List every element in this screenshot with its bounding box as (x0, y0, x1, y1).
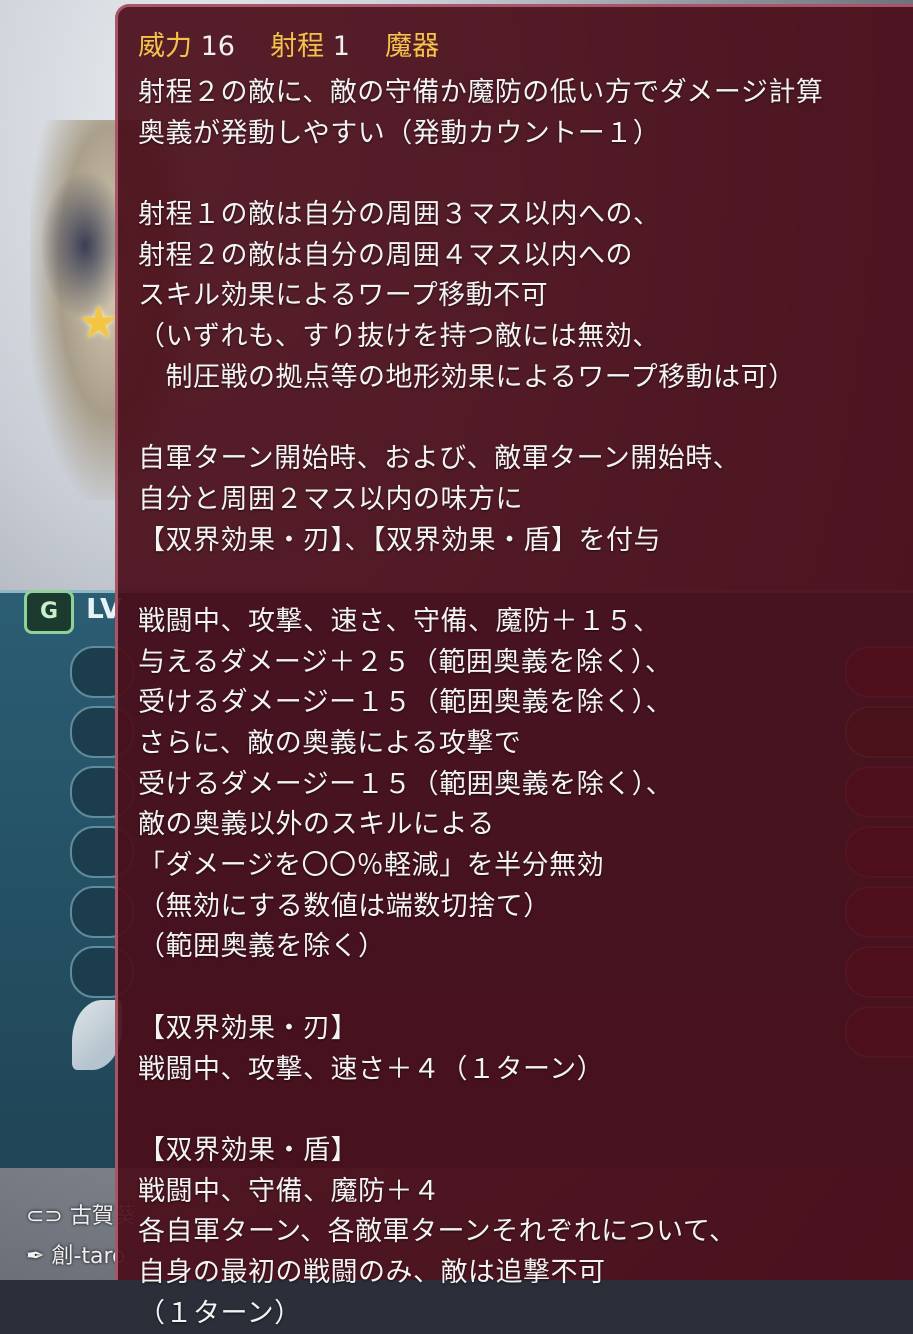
artist-pen-icon: ✒ (26, 1244, 45, 1269)
might-label: 威力 (138, 31, 192, 62)
description-line: さらに、敵の奥義による攻撃で (138, 728, 522, 759)
level-badge-icon: G (24, 590, 74, 634)
weapon-description: 射程２の敵に、敵の守備か魔防の低い方でダメージ計算 奥義が発動しやすい（発動カウン… (138, 73, 913, 1334)
description-line: 【双界効果・刃】 (138, 1012, 358, 1044)
description-line: 射程２の敵は自分の周囲４マス以内への (138, 239, 633, 271)
description-line: 自分と周囲２マス以内の味方に (138, 483, 523, 515)
description-line: 戦闘中、攻撃、速さ＋４（１ターン） (138, 1053, 605, 1085)
description-line: 自身の最初の戦闘のみ、敵は追撃不可 (138, 1256, 606, 1288)
description-line: （範囲奥義を除く） (138, 931, 386, 963)
description-line (138, 399, 913, 440)
description-line: 戦闘中、攻撃、速さ、守備、魔防＋１５、 (138, 605, 661, 637)
description-line (138, 968, 913, 1009)
weapon-stats-header: 威力 16 射程 1 魔器 (138, 21, 913, 73)
description-line: （１ターン） (138, 1297, 302, 1329)
description-line: （無効にする数値は端数切捨て） (138, 890, 551, 922)
weapon-tooltip[interactable]: 威力 16 射程 1 魔器 射程２の敵に、敵の守備か魔防の低い方でダメージ計算奥… (115, 4, 913, 1329)
voice-actor-icon: ⊂⊃ (26, 1204, 63, 1229)
artist-credit: ✒ 創-taro (26, 1244, 126, 1269)
description-line: （いずれも、すり抜けを持つ敵には無効、 (138, 321, 660, 353)
description-line: 与えるダメージ＋２５（範囲奥義を除く）、 (138, 646, 673, 678)
description-line: 制圧戦の拠点等の地形効果によるワープ移動は可） (138, 361, 796, 393)
description-line: 受けるダメージー１５（範囲奥義を除く）、 (138, 768, 674, 800)
description-line: 「ダメージを〇〇％軽減」を半分無効 (138, 850, 605, 882)
description-line (138, 154, 913, 195)
description-line: 各自軍ターン、各敵軍ターンそれぞれについて、 (138, 1216, 737, 1248)
description-line: 敵の奥義以外のスキルによる (138, 809, 495, 841)
description-line: 【双界効果・刃】、【双界効果・盾】を付与 (138, 524, 661, 556)
description-line: 自軍ターン開始時、および、敵軍ターン開始時、 (138, 443, 741, 475)
might-value: 16 (200, 31, 235, 62)
weapon-type: 魔器 (385, 31, 440, 62)
description-line: 奥義が発動しやすい（発動カウントー１） (138, 117, 661, 149)
description-line: 射程２の敵に、敵の守備か魔防の低い方でダメージ計算 (138, 77, 824, 108)
description-line: 受けるダメージー１５（範囲奥義を除く）、 (138, 687, 674, 719)
description-line: 【双界効果・盾】 (138, 1134, 358, 1166)
range-label: 射程 (270, 31, 325, 62)
description-line: 射程１の敵は自分の周囲３マス以内への、 (138, 199, 661, 231)
description-line (138, 561, 913, 602)
range-value: 1 (332, 31, 350, 62)
description-line: スキル効果によるワープ移動不可 (138, 280, 549, 312)
description-line (138, 1090, 913, 1131)
description-line: 戦闘中、守備、魔防＋４ (138, 1175, 441, 1207)
